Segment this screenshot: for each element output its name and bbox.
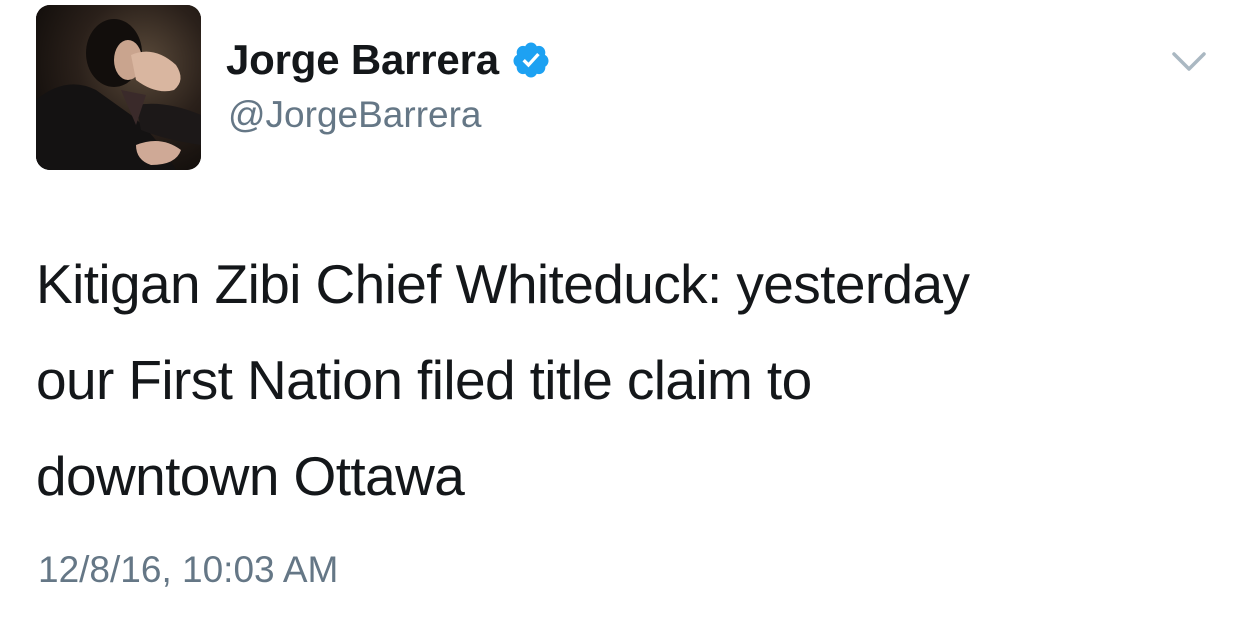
timestamp[interactable]: 12/8/16, 10:03 AM (38, 546, 338, 594)
chevron-down-icon[interactable] (1168, 44, 1210, 80)
handle[interactable]: @JorgeBarrera (228, 92, 482, 138)
avatar[interactable] (36, 5, 201, 170)
author-row: Jorge Barrera (226, 32, 551, 88)
tweet-text: Kitigan Zibi Chief Whiteduck: yesterday … (36, 253, 970, 507)
verified-badge-icon (513, 42, 549, 78)
display-name[interactable]: Jorge Barrera (226, 32, 499, 88)
avatar-photo (36, 5, 201, 170)
tweet-card: Jorge Barrera @JorgeBarrera Kitigan Zibi… (0, 0, 1242, 624)
